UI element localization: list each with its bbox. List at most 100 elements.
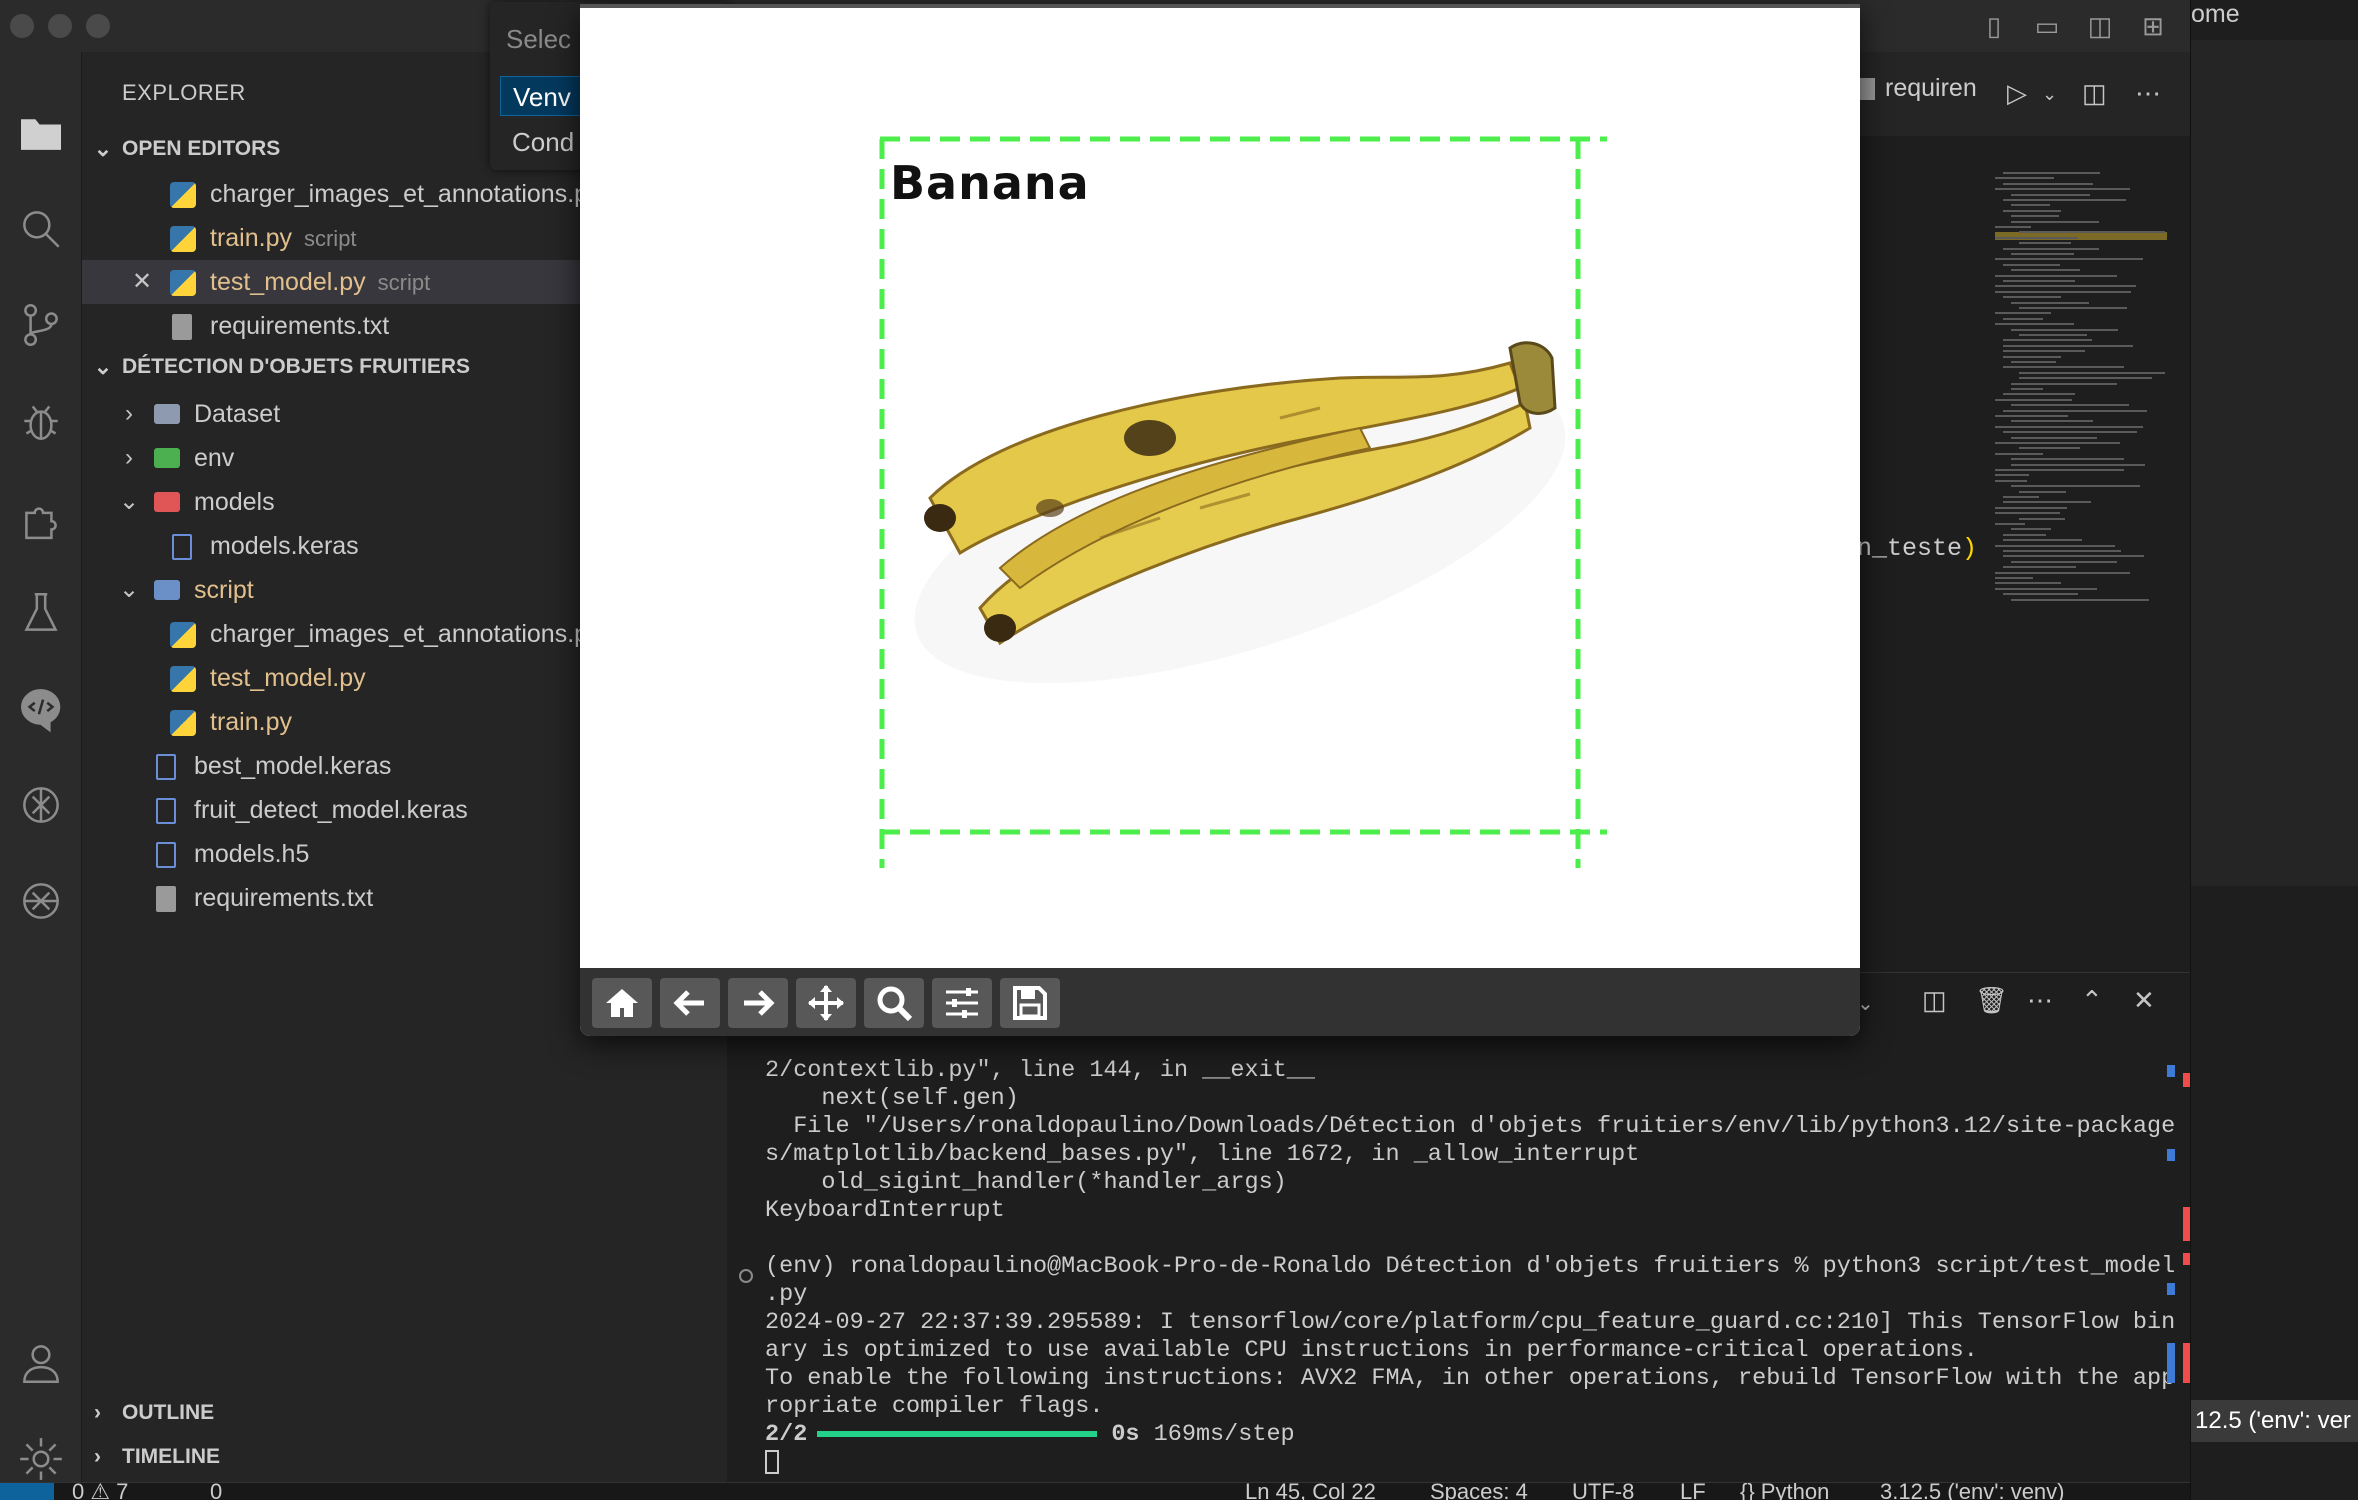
terminal-line: next(self.gen) [765,1085,1019,1112]
minimap-line [2011,485,2140,488]
toggle-secondary-sidebar-icon[interactable]: ◫ [2086,12,2114,40]
chatgpt-alt-icon[interactable] [12,872,70,930]
minimap-line [1995,188,2130,191]
minimize-window-button[interactable] [48,14,72,38]
tab-requirements[interactable]: requiren [1857,74,1977,103]
encoding[interactable]: UTF-8 [1572,1479,1634,1500]
floppy-disk-icon [1013,986,1047,1020]
minimap-line [2011,253,2074,255]
run-python-icon[interactable]: ▷ [2007,78,2027,109]
customize-layout-icon[interactable]: ⊞ [2139,12,2167,40]
minimap-line [2011,388,2043,390]
extensions-icon[interactable] [12,488,70,546]
terminal-line: ropriate compiler flags. [765,1393,1104,1420]
close-editor-icon[interactable]: ✕ [132,260,152,304]
minimap-line [2011,528,2051,531]
ports-count[interactable]: 0 [210,1479,222,1500]
split-terminal-icon[interactable]: ◫ [1922,985,1947,1016]
minimap-line [1995,226,2031,228]
close-window-button[interactable] [10,14,34,38]
search-icon[interactable] [12,200,70,258]
minimap-line [2011,458,2124,461]
toggle-panel-icon[interactable]: ▭ [2033,12,2061,40]
minimap-line [1995,285,2136,288]
home-button[interactable] [592,978,652,1028]
arrow-left-icon [673,990,704,1016]
trash-icon[interactable]: 🗑 [1975,985,2008,1016]
end-of-line[interactable]: LF [1680,1479,1706,1500]
chatgpt-icon[interactable] [12,776,70,834]
maximize-panel-icon[interactable]: ⌃ [2081,985,2103,1016]
testing-icon[interactable] [12,584,70,642]
python-file-icon [170,270,196,296]
minimap-line [2003,247,2099,250]
chevron-down-icon[interactable]: ⌄ [2042,84,2057,105]
minimap-line [1995,582,2061,585]
env-folder-icon [154,448,180,468]
python-interpreter[interactable]: 3.12.5 ('env': venv) [1880,1479,2065,1500]
minimap-line [2003,431,2137,434]
code-chat-icon[interactable] [12,680,70,738]
minimap-line [2003,496,2039,498]
minimap-line [2011,560,2117,563]
source-control-icon[interactable] [12,296,70,354]
toggle-primary-sidebar-icon[interactable]: ▯ [1980,12,2008,40]
minimap[interactable] [1995,170,2167,620]
minimap-line [2003,533,2046,536]
sliders-icon [946,988,978,1018]
minimap-line [2019,307,2127,309]
back-button[interactable] [660,978,720,1028]
save-figure-button[interactable] [1000,978,1060,1028]
close-panel-icon[interactable]: ✕ [2133,985,2155,1016]
figure-canvas[interactable]: Banana [580,8,1860,968]
run-debug-icon[interactable] [12,392,70,450]
minimap-line [2003,296,2061,299]
terminal-line: .py [765,1281,808,1308]
minimap-line [2003,539,2082,542]
minimap-line [1995,177,2054,180]
terminal-line: KeyboardInterrupt [765,1197,1005,1224]
minimap-line [2003,566,2076,569]
remote-indicator[interactable] [0,1483,54,1500]
detection-plot [879,136,1607,868]
python-file-icon [170,710,196,736]
command-status-icon [739,1269,753,1283]
outline-section-header[interactable]: › OUTLINE [82,1392,727,1434]
pan-button[interactable] [796,978,856,1028]
indentation[interactable]: Spaces: 4 [1430,1479,1528,1500]
problems-count[interactable]: 0 ⚠ 7 [72,1479,128,1500]
progress-step: 2/2 [765,1421,808,1448]
configure-subplots-button[interactable] [932,978,992,1028]
terminal-line: ary is optimized to use available CPU in… [765,1337,1978,1364]
models-folder-icon [154,492,180,512]
cursor-position[interactable]: Ln 45, Col 22 [1245,1479,1376,1500]
settings-gear-icon[interactable] [12,1430,70,1488]
chevron-right-icon: › [94,1445,101,1468]
minimap-line [2011,404,2129,407]
minimap-line [2011,215,2059,218]
explorer-icon[interactable] [12,104,70,162]
forward-button[interactable] [728,978,788,1028]
minimap-line [2003,501,2091,504]
zoom-button[interactable] [864,978,924,1028]
timeline-section-header[interactable]: › TIMELINE [82,1436,727,1478]
home-icon [606,989,638,1017]
more-actions-icon[interactable]: ⋯ [2027,985,2053,1016]
minimap-line [2019,231,2165,234]
minimap-line [2011,204,2050,207]
terminal-line: To enable the following instructions: AV… [765,1365,2176,1392]
terminal-output[interactable]: 2/contextlib.py", line 144, in __exit__ … [765,1057,2175,1477]
background-interpreter-status[interactable]: 12.5 ('env': ver [2191,1400,2358,1442]
minimap-line [2003,209,2061,212]
split-editor-icon[interactable]: ◫ [2082,78,2107,109]
account-icon[interactable] [12,1334,70,1392]
code-line-fragment[interactable]: n_teste) [1857,534,1977,563]
language-mode[interactable]: {} Python [1740,1479,1829,1500]
scroll-marker [2167,1065,2175,1077]
maximize-window-button[interactable] [86,14,110,38]
more-actions-icon[interactable]: ⋯ [2135,78,2161,109]
quick-pick-input[interactable]: Selec [506,24,571,55]
minimap-line [1995,587,2097,590]
chevron-down-icon: ⌄ [93,354,113,379]
minimap-line [2011,598,2149,601]
